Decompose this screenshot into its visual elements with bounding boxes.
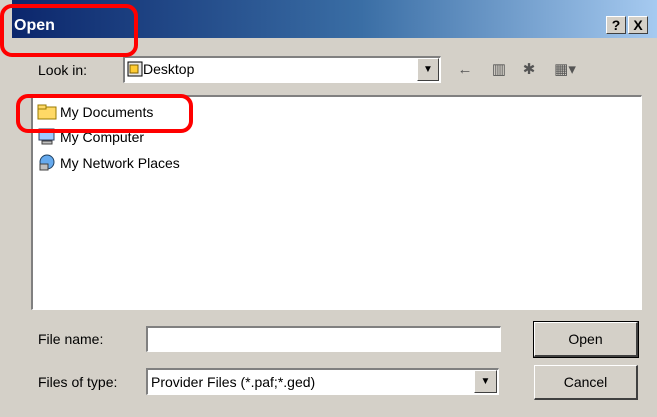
help-button[interactable]: ? — [606, 16, 626, 34]
lookin-value: Desktop — [143, 61, 195, 77]
my-documents-highlight — [16, 94, 193, 133]
filetype-dropdown-button[interactable]: ▼ — [474, 370, 497, 393]
lookin-dropdown-button[interactable]: ▼ — [417, 58, 439, 81]
lookin-label: Look in: — [38, 62, 88, 78]
list-item-label: My Network Places — [60, 155, 180, 171]
filetype-label: Files of type: — [38, 374, 118, 390]
title-highlight — [0, 4, 138, 57]
filetype-value: Provider Files (*.paf;*.ged) — [151, 374, 316, 390]
back-arrow-icon[interactable]: ← — [452, 58, 478, 82]
desktop-folder-icon — [127, 60, 143, 77]
filename-label: File name: — [38, 331, 104, 347]
view-menu-icon[interactable]: ▦▾ — [548, 58, 582, 82]
filename-input[interactable] — [146, 326, 501, 352]
close-button[interactable]: X — [628, 16, 648, 34]
list-item-my-network-places[interactable]: My Network Places — [37, 153, 180, 175]
network-places-icon — [37, 153, 57, 171]
up-folder-icon[interactable]: ▥ — [486, 58, 512, 82]
new-folder-icon[interactable]: ✱ — [516, 58, 542, 82]
window-left-frame — [0, 0, 12, 417]
open-button[interactable]: Open — [533, 321, 639, 358]
cancel-button[interactable]: Cancel — [534, 365, 638, 400]
